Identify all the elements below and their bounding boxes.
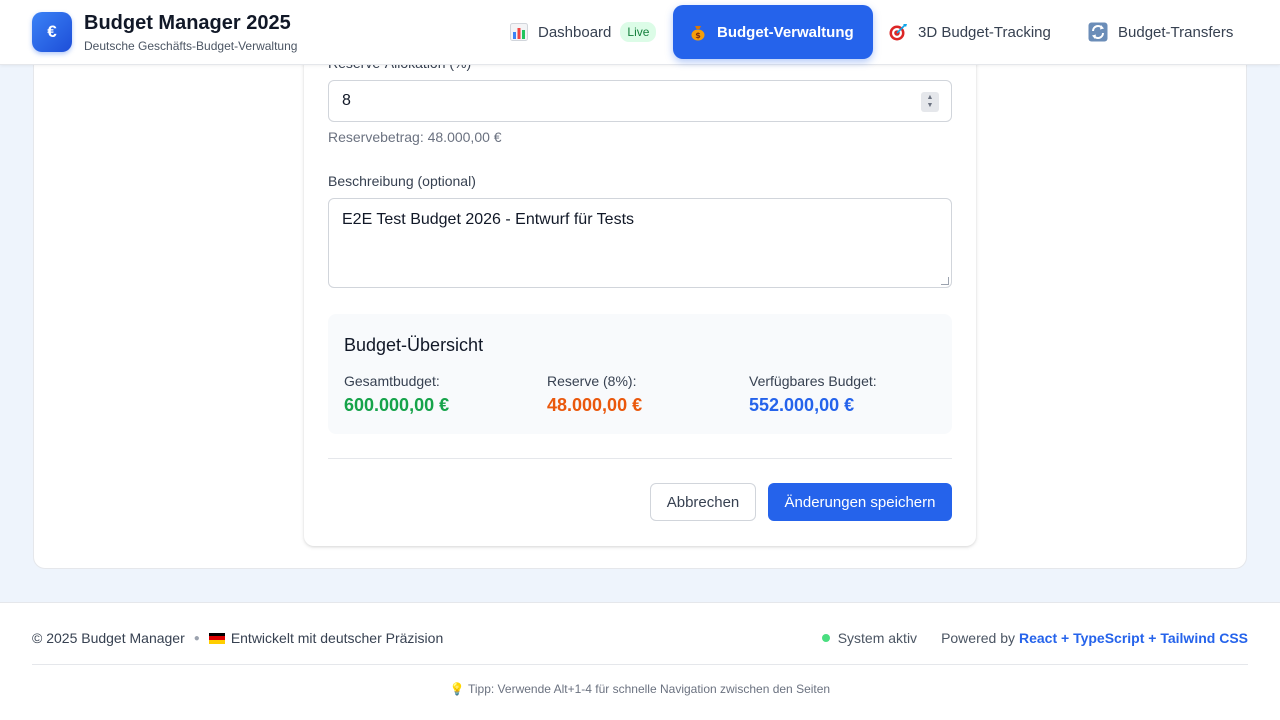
status-dot-icon [821,634,830,642]
number-stepper[interactable]: ▲ ▼ [921,92,939,112]
system-status: System aktiv [837,630,918,646]
chevron-up-icon[interactable]: ▲ [927,94,934,102]
total-value: 600.000,00 € [344,395,450,415]
footer-left: © 2025 Budget Manager ● Entwickelt mit d… [32,630,443,646]
description-textarea[interactable]: E2E Test Budget 2026 - Entwurf für Tests [328,198,952,288]
summary-title: Budget-Übersicht [344,335,484,355]
app-footer: © 2025 Budget Manager ● Entwickelt mit d… [0,602,1280,720]
footer-right: System aktiv Powered by React + TypeScri… [821,630,1248,646]
tip-text: Tipp: Verwende Alt+1-4 für schnelle Navi… [467,682,831,696]
powered-by-prefix: Powered by [941,630,1015,646]
reserve-label: Reserve (8%): [547,373,637,389]
target-icon [888,23,908,41]
chevron-down-icon[interactable]: ▼ [927,102,934,110]
summary-total: Gesamtbudget: 600.000,00 € [344,373,449,416]
resize-handle[interactable] [941,277,949,285]
bar-chart-icon [510,23,528,41]
app-title: Budget Manager 2025 [84,12,291,34]
german-flag-icon [208,632,225,644]
copyright-text: © 2025 Budget Manager [32,630,185,646]
reserve-allocation-input[interactable]: 8 ▲ ▼ [328,80,952,122]
euro-logo-icon[interactable]: € [32,12,72,52]
reserve-amount-hint: Reservebetrag: 48.000,00 € [328,129,502,145]
reserve-allocation-value: 8 [342,92,351,109]
description-label: Beschreibung (optional) [328,173,476,189]
separator-dot: ● [193,632,200,644]
tech-stack-link[interactable]: React + TypeScript + Tailwind CSS [1019,630,1248,646]
available-value: 552.000,00 € [749,395,855,415]
nav-dashboard-label: Dashboard [538,23,612,41]
summary-available: Verfügbares Budget: 552.000,00 € [749,373,877,416]
reserve-value: 48.000,00 € [547,395,643,415]
nav-3d-budget-tracking-label: 3D Budget-Tracking [918,23,1051,41]
summary-reserve: Reserve (8%): 48.000,00 € [547,373,642,416]
nav-budget-verwaltung[interactable]: $ Budget-Verwaltung [673,5,873,59]
app-header: € Budget Manager 2025 Deutsche Geschäfts… [0,0,1280,65]
lightbulb-icon: 💡 [449,682,465,696]
available-label: Verfügbares Budget: [749,373,877,389]
description-value: E2E Test Budget 2026 - Entwurf für Tests [342,211,635,228]
made-with-text: Entwickelt mit deutscher Präzision [230,630,444,646]
nav-dashboard[interactable]: Dashboard Live [494,5,672,59]
app-subtitle: Deutsche Geschäfts-Budget-Verwaltung [84,39,298,53]
nav-budget-verwaltung-label: Budget-Verwaltung [717,23,854,41]
navigation-tip: 💡 Tipp: Verwende Alt+1-4 für schnelle Na… [0,682,1280,696]
live-badge: Live [620,22,657,42]
budget-summary-panel: Budget-Übersicht Gesamtbudget: 600.000,0… [328,314,952,434]
cancel-button[interactable]: Abbrechen [650,483,756,521]
nav-budget-transfers[interactable]: Budget-Transfers [1072,5,1249,59]
nav-budget-transfers-label: Budget-Transfers [1118,23,1234,41]
footer-divider [32,664,1248,665]
form-divider [328,458,952,459]
total-label: Gesamtbudget: [344,373,440,389]
money-bag-icon: $ [689,23,707,41]
save-changes-button[interactable]: Änderungen speichern [768,483,952,521]
nav-3d-budget-tracking[interactable]: 3D Budget-Tracking [872,5,1067,59]
transfer-icon [1088,22,1108,42]
svg-text:$: $ [695,31,701,40]
